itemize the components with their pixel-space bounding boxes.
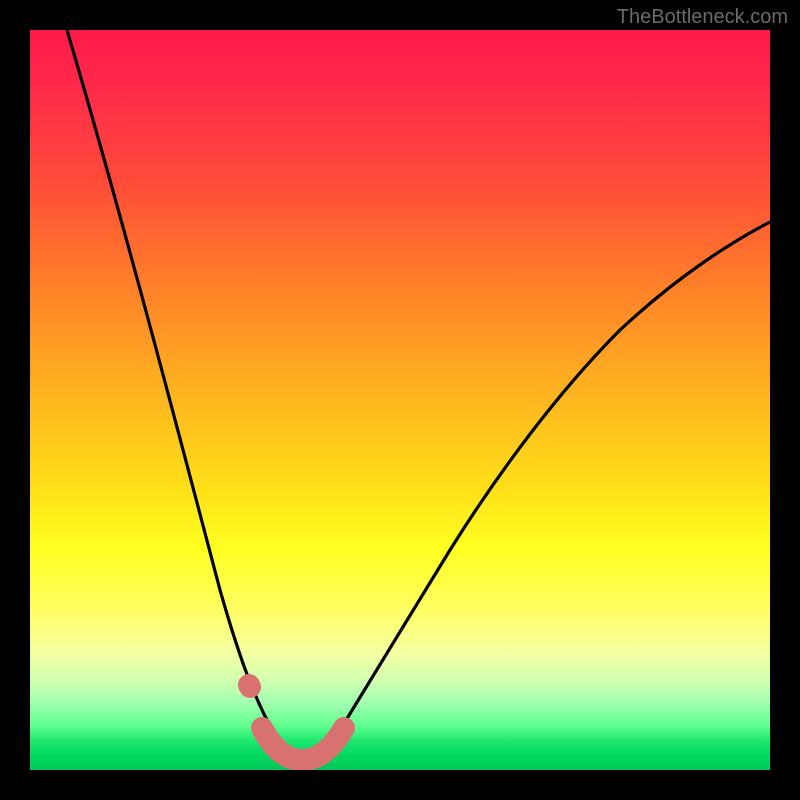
bottleneck-curve-line: [67, 30, 770, 758]
optimal-zone-highlight: [249, 685, 344, 760]
watermark-text: TheBottleneck.com: [617, 6, 788, 29]
curve-overlay: [30, 30, 770, 770]
plot-area: [30, 30, 770, 770]
chart-container: TheBottleneck.com: [0, 0, 800, 800]
